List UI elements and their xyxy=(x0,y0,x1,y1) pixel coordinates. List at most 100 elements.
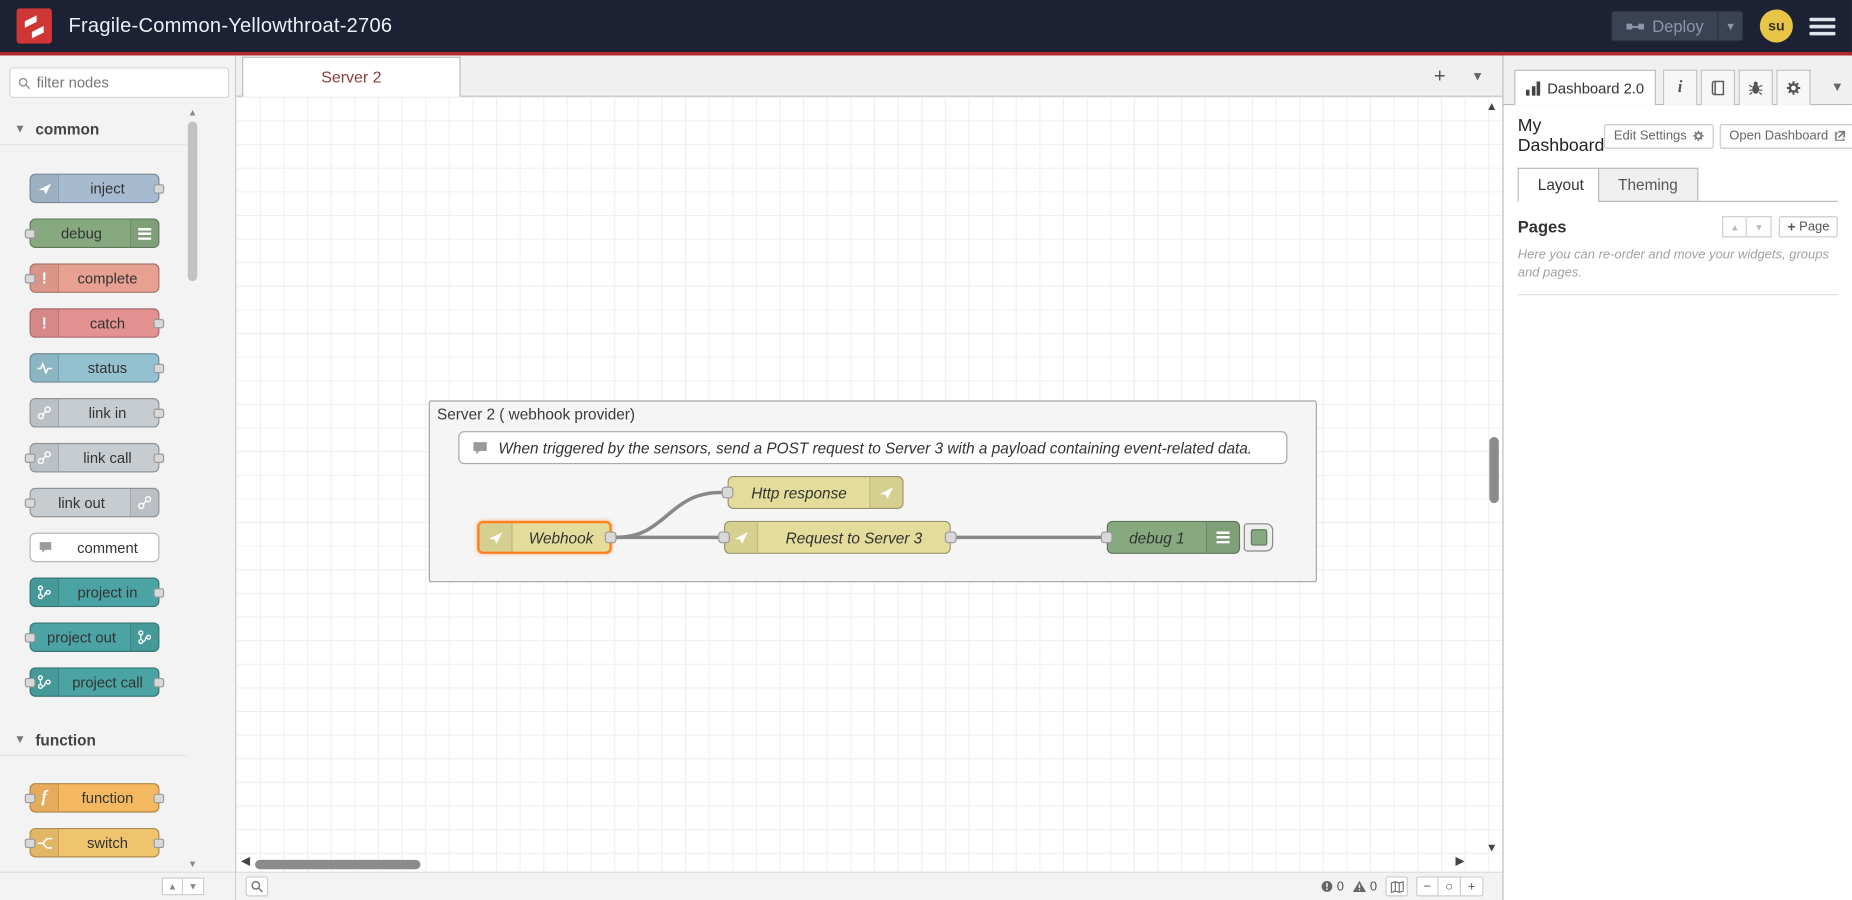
scroll-up-icon[interactable]: ▲ xyxy=(187,107,199,118)
scroll-down-icon[interactable]: ▼ xyxy=(187,859,199,870)
output-port[interactable] xyxy=(945,531,957,543)
open-dashboard-button[interactable]: Open Dashboard xyxy=(1720,123,1852,148)
search-flows-button[interactable] xyxy=(246,876,268,896)
collapse-categories-button[interactable]: ▲ xyxy=(162,878,183,896)
error-count[interactable]: 0 xyxy=(1320,879,1344,893)
scroll-down-icon[interactable]: ▼ xyxy=(1486,843,1498,855)
node-debug-1[interactable]: debug 1 xyxy=(1107,521,1240,554)
flow-tab-bar: Server 2 + ▼ xyxy=(236,56,1502,97)
palette-node-comment[interactable]: comment xyxy=(30,533,160,563)
tab-layout[interactable]: Layout xyxy=(1518,168,1604,202)
dashboard-subtabs: Layout Theming xyxy=(1518,168,1838,202)
zoom-in-button[interactable]: + xyxy=(1461,876,1483,896)
palette-node-catch[interactable]: ! catch xyxy=(30,308,160,338)
add-page-button[interactable]: + Page xyxy=(1779,216,1838,237)
debug-list-icon xyxy=(1206,522,1239,553)
move-down-button[interactable]: ▼ xyxy=(1747,216,1772,237)
node-red-app: Fragile-Common-Yellowthroat-2706 Deploy … xyxy=(0,0,1852,900)
dashboard-panel: My Dashboard Edit Settings Open Dashboar… xyxy=(1504,105,1852,900)
scrollbar-thumb[interactable] xyxy=(188,122,197,281)
palette-node-function[interactable]: f function xyxy=(30,783,160,813)
palette-node-link-in[interactable]: link in xyxy=(30,398,160,428)
add-flow-button[interactable]: + xyxy=(1424,61,1455,92)
link-icon xyxy=(31,399,59,426)
node-webhook[interactable]: Webhook xyxy=(477,521,612,554)
flow-list-caret[interactable]: ▼ xyxy=(1462,61,1493,92)
exclamation-icon: ! xyxy=(31,309,59,336)
palette-node-link-call[interactable]: link call xyxy=(30,443,160,473)
group-label: Server 2 ( webhook provider) xyxy=(437,405,635,423)
input-port[interactable] xyxy=(718,531,730,543)
sidebar-tabs-caret[interactable]: ▼ xyxy=(1831,80,1844,94)
divider xyxy=(1518,294,1838,295)
user-avatar[interactable]: su xyxy=(1760,9,1793,42)
input-port[interactable] xyxy=(1101,531,1113,543)
palette-node-link-out[interactable]: link out xyxy=(30,488,160,518)
flow-canvas[interactable]: Server 2 ( webhook provider) When trigge… xyxy=(236,97,1502,872)
http-request-icon xyxy=(725,522,758,553)
expand-categories-button[interactable]: ▼ xyxy=(183,878,204,896)
warning-count[interactable]: 0 xyxy=(1352,879,1377,893)
deploy-button[interactable]: Deploy ▾ xyxy=(1611,11,1743,42)
zoom-controls: − ○ + xyxy=(1416,876,1483,896)
palette-search[interactable] xyxy=(9,67,229,98)
tab-info[interactable]: i xyxy=(1663,70,1697,105)
info-icon: i xyxy=(1678,79,1683,98)
comment-bubble-icon xyxy=(471,439,489,457)
vertical-scrollbar-thumb[interactable] xyxy=(1489,437,1498,503)
output-port xyxy=(154,184,165,193)
palette-footer: ▲ ▼ xyxy=(0,872,235,900)
link-icon xyxy=(130,489,158,516)
main-menu-icon[interactable] xyxy=(1809,17,1835,35)
tab-debug[interactable] xyxy=(1739,70,1773,105)
palette-node-switch[interactable]: switch xyxy=(30,828,160,858)
input-port xyxy=(25,632,36,641)
tab-theming[interactable]: Theming xyxy=(1598,168,1698,202)
palette-node-project-in[interactable]: project in xyxy=(30,578,160,608)
deploy-label: Deploy xyxy=(1652,17,1703,36)
palette-node-project-call[interactable]: project call xyxy=(30,667,160,697)
scroll-up-icon[interactable]: ▲ xyxy=(1486,102,1498,114)
comment-node[interactable]: When triggered by the sensors, send a PO… xyxy=(458,431,1287,464)
input-port xyxy=(25,498,36,507)
node-http-response[interactable]: Http response xyxy=(728,476,904,509)
palette-category-common[interactable]: ▼ common xyxy=(0,115,187,146)
branch-icon xyxy=(130,624,158,651)
move-up-button[interactable]: ▲ xyxy=(1722,216,1747,237)
palette-scrollbar[interactable]: ▲ ▼ xyxy=(187,107,199,869)
zoom-reset-button[interactable]: ○ xyxy=(1439,876,1461,896)
palette-node-inject[interactable]: inject xyxy=(30,174,160,204)
output-port[interactable] xyxy=(605,531,617,543)
search-icon xyxy=(18,76,31,89)
flow-tab-label: Server 2 xyxy=(321,69,381,87)
deploy-icon xyxy=(1626,19,1644,32)
tab-help[interactable] xyxy=(1701,70,1735,105)
webhook-icon xyxy=(480,523,513,551)
pulse-icon xyxy=(31,354,59,381)
node-request-to-server-3[interactable]: Request to Server 3 xyxy=(724,521,951,554)
tab-dashboard[interactable]: Dashboard 2.0 xyxy=(1514,70,1656,105)
http-response-icon xyxy=(869,477,902,508)
zoom-out-button[interactable]: − xyxy=(1416,876,1438,896)
node-red-logo-icon xyxy=(17,8,52,43)
output-port xyxy=(154,838,165,847)
palette-category-function[interactable]: ▼ function xyxy=(0,725,187,756)
palette-node-project-out[interactable]: project out xyxy=(30,622,160,652)
tab-config[interactable] xyxy=(1776,70,1810,105)
palette-node-complete[interactable]: ! complete xyxy=(30,263,160,293)
scroll-left-icon[interactable]: ◀ xyxy=(241,856,250,868)
navigator-toggle-button[interactable] xyxy=(1385,876,1407,896)
palette-node-debug[interactable]: debug xyxy=(30,219,160,249)
input-port[interactable] xyxy=(722,487,734,499)
flow-tab-server-2[interactable]: Server 2 xyxy=(242,57,461,97)
filter-nodes-input[interactable] xyxy=(37,74,221,91)
output-port xyxy=(154,363,165,372)
horizontal-scrollbar-thumb[interactable] xyxy=(255,860,420,869)
debug-enable-toggle[interactable] xyxy=(1244,523,1274,551)
category-label: common xyxy=(35,120,99,138)
deploy-options-caret[interactable]: ▾ xyxy=(1718,12,1742,40)
edit-settings-button[interactable]: Edit Settings xyxy=(1604,123,1714,148)
sidebar-tab-bar: Dashboard 2.0 i ▼ xyxy=(1504,56,1852,106)
scroll-right-icon[interactable]: ▶ xyxy=(1455,856,1464,868)
palette-node-status[interactable]: status xyxy=(30,353,160,383)
